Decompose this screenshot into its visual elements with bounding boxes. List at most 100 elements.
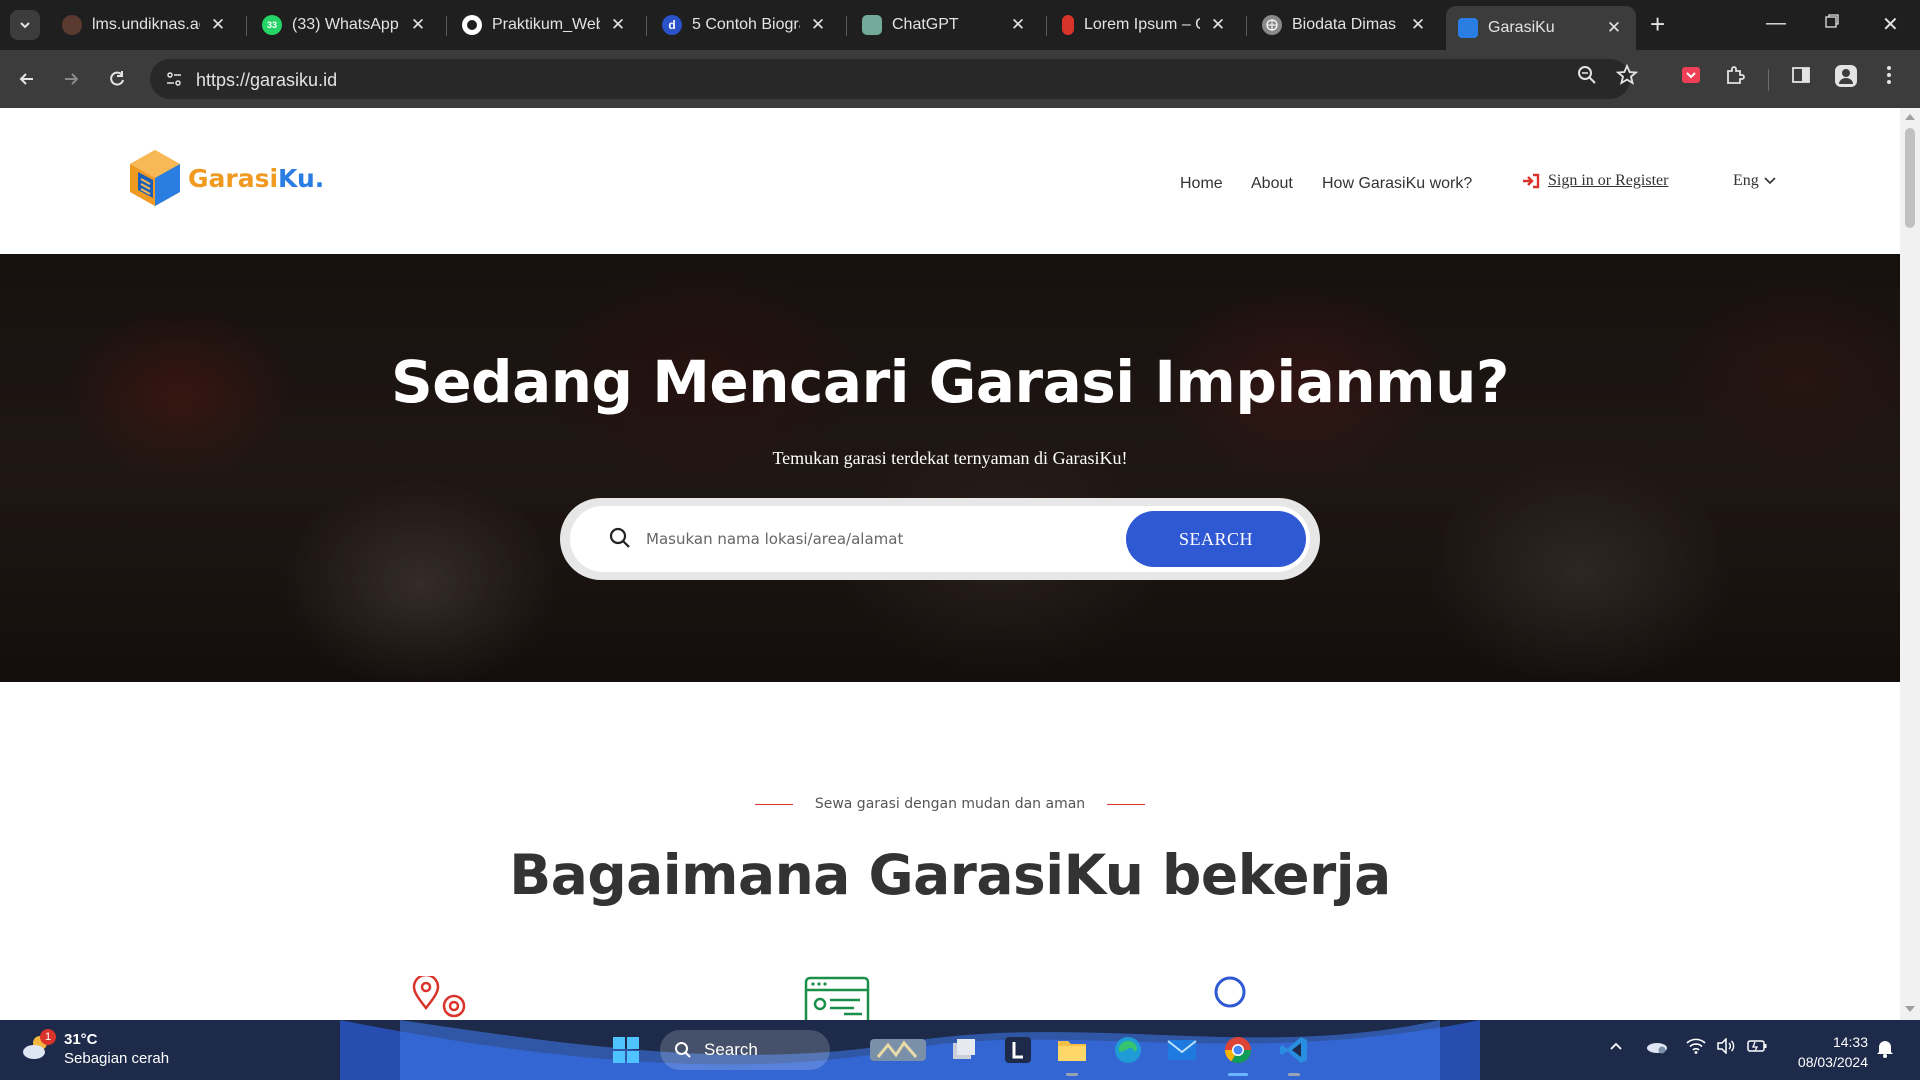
taskbar-app-mail[interactable] [1164, 1032, 1200, 1068]
d-icon: d [662, 15, 682, 35]
search-icon [608, 526, 632, 555]
close-tab-icon[interactable]: ✕ [208, 15, 228, 35]
tab-separator [1046, 16, 1047, 36]
zoom-icon [1578, 66, 1596, 84]
forward-button[interactable] [56, 64, 86, 94]
address-bar[interactable]: https://garasiku.id [150, 59, 1630, 99]
side-panel-icon [1792, 67, 1810, 83]
web-page: GarasiKu. Home About How GarasiKu work? … [0, 108, 1900, 1020]
hero-title: Sedang Mencari Garasi Impianmu? [390, 348, 1510, 416]
tab-chatgpt[interactable]: ChatGPT ✕ [850, 8, 1040, 42]
close-tab-icon[interactable]: ✕ [1604, 18, 1624, 38]
location-search-input[interactable] [646, 520, 1086, 558]
close-tab-icon[interactable]: ✕ [608, 15, 628, 35]
page-scrollbar[interactable] [1900, 108, 1920, 1020]
arrow-left-icon [19, 73, 33, 85]
extensions-button[interactable] [1724, 64, 1746, 91]
tab-lorem[interactable]: Lorem Ipsum – G ✕ [1050, 8, 1240, 42]
avatar-icon [1835, 65, 1857, 87]
sign-in-icon [1523, 173, 1540, 189]
back-button[interactable] [12, 64, 42, 94]
nav-home[interactable]: Home [1180, 175, 1223, 193]
sign-in-link[interactable]: Sign in or Register [1522, 172, 1668, 190]
clock-date: 08/03/2024 [1797, 1054, 1868, 1070]
close-tab-icon[interactable]: ✕ [1208, 15, 1228, 35]
tab-separator [446, 16, 447, 36]
weather-widget[interactable]: 1 31°C Sebagian cerah [22, 1028, 169, 1068]
weather-notification-badge: 1 [40, 1028, 56, 1045]
logo-text-ku: Ku. [278, 163, 325, 193]
search-box: SEARCH [560, 498, 1320, 580]
taskbar-app-chrome[interactable] [1220, 1032, 1256, 1076]
language-selector[interactable]: Eng [1733, 172, 1777, 190]
tab-biografi[interactable]: d 5 Contoh Biografi ✕ [650, 8, 840, 42]
hero-subtitle: Temukan garasi terdekat ternyaman di Gar… [772, 448, 1128, 468]
clock-time: 14:33 [1832, 1034, 1868, 1050]
chrome-icon [1224, 1037, 1252, 1064]
task-view-button[interactable] [946, 1032, 982, 1068]
user-icon [1210, 976, 1250, 1020]
windows-icon [613, 1037, 639, 1063]
close-window-button[interactable]: ✕ [1882, 12, 1899, 37]
side-panel-button[interactable] [1790, 64, 1812, 91]
tab-separator [646, 16, 647, 36]
taskbar-search[interactable]: Search [660, 1030, 830, 1070]
taskbar-app-file-explorer[interactable] [1054, 1032, 1090, 1076]
weather-icon: 1 [22, 1028, 56, 1066]
chevron-down-icon [20, 22, 30, 29]
volume-icon[interactable] [1716, 1037, 1736, 1059]
tab-biodata[interactable]: Biodata Dimas ✕ [1250, 8, 1440, 42]
wifi-icon[interactable] [1686, 1038, 1706, 1059]
site-logo[interactable]: GarasiKu. [128, 148, 324, 208]
menu-button[interactable] [1884, 64, 1894, 91]
profile-button[interactable] [1834, 64, 1858, 93]
close-tab-icon[interactable]: ✕ [1408, 15, 1428, 35]
tab-whatsapp[interactable]: 33 (33) WhatsApp ✕ [250, 8, 440, 42]
task-view-icon [953, 1039, 975, 1059]
close-tab-icon[interactable]: ✕ [1008, 15, 1028, 35]
site-header: GarasiKu. Home About How GarasiKu work? … [0, 108, 1900, 254]
reload-button[interactable] [102, 64, 132, 94]
close-tab-icon[interactable]: ✕ [808, 15, 828, 35]
scroll-up-arrow[interactable] [1905, 114, 1915, 120]
tab-separator [846, 16, 847, 36]
battery-icon[interactable] [1746, 1038, 1768, 1059]
new-tab-button[interactable]: + [1650, 11, 1665, 37]
language-label: Eng [1733, 172, 1759, 189]
tab-lms[interactable]: lms.undiknas.ac.id ✕ [50, 8, 240, 42]
show-hidden-icons-button[interactable] [1608, 1038, 1624, 1059]
restore-icon [1825, 14, 1839, 28]
scroll-thumb[interactable] [1905, 128, 1915, 228]
notifications-button[interactable] [1876, 1038, 1894, 1063]
lms-icon [62, 15, 82, 35]
nav-how-it-works[interactable]: How GarasiKu work? [1322, 175, 1472, 193]
bookmark-button[interactable] [1615, 63, 1639, 91]
arrow-right-icon [65, 73, 79, 85]
tab-search-button[interactable] [10, 10, 40, 40]
url-text[interactable]: https://garasiku.id [196, 70, 337, 91]
tab-garasiku[interactable]: GarasiKu ✕ [1446, 6, 1636, 50]
minimize-button[interactable]: — [1766, 12, 1786, 35]
onedrive-tray-icon[interactable] [1646, 1038, 1668, 1059]
close-tab-icon[interactable]: ✕ [408, 15, 428, 35]
widgets-button[interactable] [868, 1032, 928, 1068]
zoom-button[interactable] [1576, 64, 1598, 91]
booking-screen-icon [804, 976, 870, 1020]
pocket-extension-button[interactable] [1680, 64, 1702, 91]
browser-toolbar: https://garasiku.id [0, 50, 1920, 108]
restore-button[interactable] [1824, 12, 1840, 35]
taskbar-app-l[interactable] [1000, 1032, 1036, 1068]
taskbar-app-edge[interactable] [1110, 1032, 1146, 1068]
scroll-down-arrow[interactable] [1905, 1006, 1915, 1012]
chatgpt-icon [862, 15, 882, 35]
nav-about[interactable]: About [1251, 175, 1293, 193]
weather-text: 31°C Sebagian cerah [64, 1030, 169, 1068]
system-clock[interactable]: 14:33 08/03/2024 [1788, 1032, 1868, 1072]
taskbar-app-vscode[interactable] [1276, 1032, 1312, 1076]
site-info-icon[interactable] [164, 69, 184, 94]
search-button[interactable]: SEARCH [1126, 511, 1306, 567]
section-title: Bagaimana GarasiKu bekerja [509, 843, 1391, 907]
kicker-line-right [1107, 803, 1146, 805]
tab-github[interactable]: Praktikum_Web/... ✕ [450, 8, 640, 42]
start-button[interactable] [608, 1032, 644, 1068]
